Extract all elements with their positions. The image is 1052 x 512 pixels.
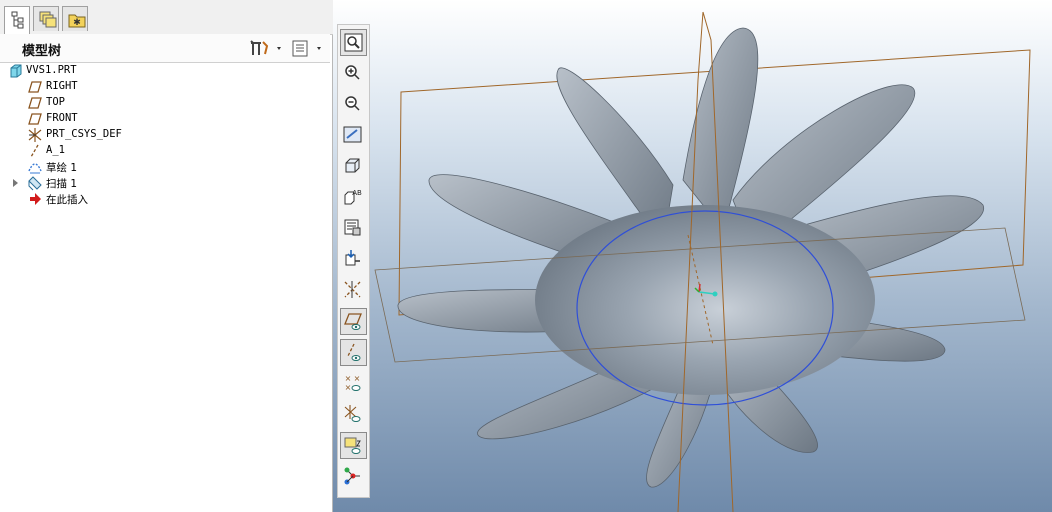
spin-center-icon [344,467,360,485]
svg-text:AB: AB [352,189,362,197]
repaint-icon [343,126,362,143]
tree-item-right[interactable]: RIGHT [0,79,330,95]
tab-model-tree[interactable] [4,6,30,34]
view-manager-icon [344,219,361,236]
zoom-in-icon [345,65,360,80]
tree-settings-button[interactable] [248,38,286,58]
tab-layers[interactable] [33,6,59,31]
annotation-display-button[interactable] [340,277,367,304]
datum-axis-icon [30,144,39,158]
tree-item-label: 扫描 1 [46,178,78,190]
view-manager-button[interactable] [340,215,367,242]
svg-text:×: × [345,374,352,383]
spin-center-toggle[interactable] [340,463,367,490]
tree-item-label: 在此插入 [46,194,88,206]
svg-text:×: × [345,383,352,392]
tree-item-csys[interactable]: PRT_CSYS_DEF [0,127,330,143]
tree-item-top[interactable]: TOP [0,95,330,111]
expand-arrow-icon[interactable] [13,179,18,187]
display-style-button[interactable] [340,153,367,180]
sweep-icon [28,176,42,191]
svg-text:✱: ✱ [73,18,81,28]
view-toolbar: AB × × × [337,24,370,498]
datum-plane-icon [28,97,42,109]
sketch-icon [28,163,42,174]
datum-plane-icon [28,81,42,93]
annotation-visibility-toggle[interactable] [340,432,367,459]
navigator-panel: ✱ 模型树 VVS1.PRT RIGHT TOP FRONT PRT_CSYS_… [0,0,333,512]
tree-item-label: PRT_CSYS_DEF [46,128,122,140]
graphics-viewport[interactable]: AB × × × [333,0,1052,512]
model-scene [374,11,1031,512]
tree-item-sketch[interactable]: 草绘 1 [0,159,330,175]
layers-tab-icon [39,11,57,28]
flower-bowl-model[interactable] [397,27,985,488]
tree-columns-icon [292,40,321,57]
zoom-in-button[interactable] [340,60,367,87]
saved-orientations-button[interactable]: AB [340,184,367,211]
tree-item-front[interactable]: FRONT [0,111,330,127]
tree-item-label: RIGHT [46,80,78,92]
refit-button[interactable] [340,29,367,56]
tree-show-button[interactable] [291,38,329,58]
model-tree-title: 模型树 [22,44,62,59]
perspective-view-icon [345,250,360,266]
tree-item-label: VVS1.PRT [26,64,77,76]
csys-y-axis [698,283,701,293]
annotation-visibility-icon [344,437,361,454]
favorites-folder-tab-icon: ✱ [68,14,86,28]
datum-plane-icon [28,113,42,125]
plane-display-icon [344,313,362,330]
tree-item-label: A_1 [46,144,65,156]
csys-origin [712,291,718,297]
insert-here-arrow-icon [30,193,41,205]
saved-orientations-icon: AB [344,189,362,205]
model-tree-tab-icon [11,11,24,29]
zoom-out-button[interactable] [340,91,367,118]
repaint-button[interactable] [340,122,367,149]
tree-item-label: FRONT [46,112,78,124]
bowl-center [535,205,875,395]
navigator-tabbar: ✱ [0,0,333,35]
axis-display-toggle[interactable] [340,339,367,366]
tree-item-axis[interactable]: A_1 [0,143,330,159]
perspective-button[interactable] [340,246,367,273]
tab-favorites[interactable]: ✱ [62,6,88,31]
model-tree-header: 模型树 [0,34,330,63]
point-display-icon: × × × [345,374,361,392]
part-icon [10,64,22,78]
point-display-toggle[interactable]: × × × [340,370,367,397]
tree-item-insert-here[interactable]: 在此插入 [0,191,330,207]
csys-display-toggle[interactable] [340,401,367,428]
csys-display-icon [344,405,361,422]
tree-item-part[interactable]: VVS1.PRT [0,63,330,79]
annotation-display-icon [344,281,361,298]
coordinate-system-icon [28,128,42,142]
refit-zoom-icon [344,33,363,52]
svg-text:×: × [354,374,361,383]
tree-item-sweep[interactable]: 扫描 1 [0,175,330,191]
display-style-icon [345,158,360,173]
tree-item-label: TOP [46,96,65,108]
tools-settings-icon [250,40,281,55]
zoom-out-icon [345,96,360,111]
plane-display-toggle[interactable] [340,308,367,335]
tree-item-label: 草绘 1 [46,162,78,174]
axis-display-icon [347,343,361,361]
